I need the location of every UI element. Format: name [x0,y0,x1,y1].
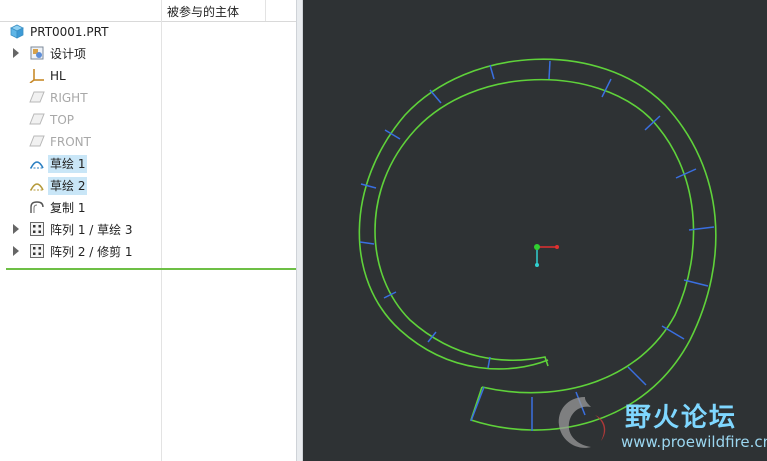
forum-watermark: 野火论坛 www.proewildfire.cn [555,393,767,455]
tree-item-label: RIGHT [50,91,88,105]
tree-item-label: 草绘 2 [48,177,88,195]
csys-icon [29,69,44,83]
tree-item-copy-1[interactable]: 复制 1 [0,197,160,217]
tree-item-label: 阵列 1 / 草绘 3 [50,223,133,237]
model-geometry [358,58,717,431]
tree-item-label: 草绘 1 [48,155,88,173]
tree-item-front-plane[interactable]: FRONT [0,131,160,151]
model-tree-panel: 被参与的主体 PRT0001.PRT 设计项 HL RIGHT TOP FRON… [0,0,296,461]
tree-item-sketch-2[interactable]: 草绘 2 [0,175,160,195]
pattern-icon [30,244,44,258]
graphics-viewport[interactable] [303,0,767,461]
watermark-title: 野火论坛 [625,403,738,433]
tree-item-part[interactable]: PRT0001.PRT [0,21,160,41]
tree-item-label: 复制 1 [50,201,86,215]
pattern-icon [30,222,44,236]
tree-item-label: HL [50,69,66,83]
tree-item-right-plane[interactable]: RIGHT [0,87,160,107]
coordinate-system-icon [534,244,559,267]
watermark-url: www.proewildfire.cn [621,433,767,451]
tree-item-hl[interactable]: HL [0,65,160,85]
design-items-icon [30,46,44,60]
column-divider[interactable] [265,0,266,21]
sketch-icon [30,161,44,169]
spiral-inner-curve [374,78,695,394]
copy-icon [30,201,44,213]
watermark-logo-icon [558,397,606,448]
datum-plane-icon [29,91,45,103]
expand-arrow-icon[interactable] [13,224,19,234]
part-icon [10,24,24,39]
panel-splitter[interactable] [296,0,303,461]
tree-item-label: PRT0001.PRT [30,25,109,39]
tree-item-pattern-1[interactable]: 阵列 1 / 草绘 3 [0,219,160,239]
datum-plane-icon [29,113,45,125]
tree-item-sketch-1[interactable]: 草绘 1 [0,153,160,173]
tree-item-label: TOP [50,113,75,127]
sketch-icon [30,183,44,191]
expand-arrow-icon[interactable] [13,246,19,256]
column-header-participating-bodies[interactable]: 被参与的主体 [167,3,239,20]
tree-column-header-bar [0,0,296,22]
tree-item-design-items[interactable]: 设计项 [0,43,160,63]
column-divider[interactable] [161,0,162,461]
datum-plane-icon [29,135,45,147]
tree-item-label: 阵列 2 / 修剪 1 [50,245,133,259]
expand-arrow-icon[interactable] [13,48,19,58]
insert-feature-marker[interactable] [6,268,296,270]
tree-item-label: FRONT [50,135,91,149]
tree-item-top-plane[interactable]: TOP [0,109,160,129]
tree-item-pattern-2[interactable]: 阵列 2 / 修剪 1 [0,241,160,261]
tree-item-label: 设计项 [50,47,87,61]
